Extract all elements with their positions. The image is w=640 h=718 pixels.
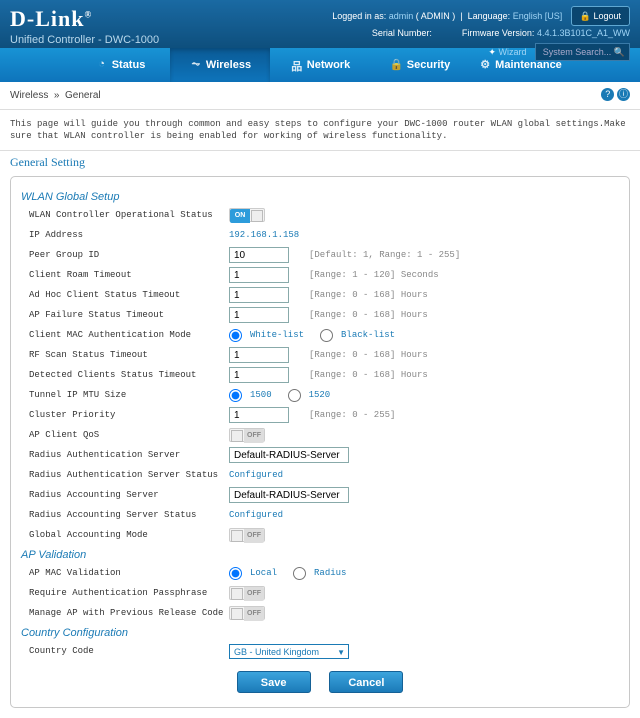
input-apfail[interactable] [229, 307, 289, 323]
input-peer[interactable] [229, 247, 289, 263]
crumb-wireless[interactable]: Wireless [10, 90, 48, 101]
hint-rfscan: [Range: 0 - 168] Hours [309, 350, 428, 360]
save-button[interactable]: Save [237, 671, 311, 693]
lbl-black: Black-list [341, 330, 395, 340]
lbl-local: Local [250, 568, 277, 578]
radio-white[interactable] [229, 329, 242, 342]
radio-mtu-1520[interactable] [288, 389, 301, 402]
hint-peer: [Default: 1, Range: 1 - 255] [309, 250, 460, 260]
input-roam[interactable] [229, 267, 289, 283]
input-rfscan[interactable] [229, 347, 289, 363]
label-apfail: AP Failure Status Timeout [29, 310, 229, 320]
label-wlan-ctrl: WLAN Controller Operational Status [29, 210, 229, 220]
label-ip: IP Address [29, 230, 229, 240]
radio-black[interactable] [320, 329, 333, 342]
language-label: Language: [468, 11, 511, 21]
main-nav: ◔Status ⏦Wireless 品Network 🔒Security ⚙Ma… [0, 48, 640, 82]
logged-in-label: Logged in as: [332, 11, 386, 21]
label-rfscan: RF Scan Status Timeout [29, 350, 229, 360]
input-radauth[interactable] [229, 447, 349, 463]
header: D-Link® Unified Controller - DWC-1000 Lo… [0, 0, 640, 48]
lbl-radius: Radius [314, 568, 346, 578]
lbl-mtu-1500: 1500 [250, 390, 272, 400]
user-link[interactable]: admin [389, 11, 414, 21]
label-cluster: Cluster Priority [29, 410, 229, 420]
network-icon: 品 [290, 58, 304, 72]
nav-network[interactable]: 品Network [270, 48, 370, 82]
toggle-global[interactable] [229, 528, 265, 542]
hint-apfail: [Range: 0 - 168] Hours [309, 310, 428, 320]
page-description: This page will guide you through common … [0, 110, 640, 150]
select-country[interactable]: GB - United Kingdom [229, 644, 349, 659]
hint-cluster: [Range: 0 - 255] [309, 410, 395, 420]
toggle-wlan-ctrl[interactable] [229, 208, 265, 222]
gauge-icon: ◔ [95, 58, 109, 72]
value-radacctst: Configured [229, 510, 283, 520]
label-adhoc: Ad Hoc Client Status Timeout [29, 290, 229, 300]
crumb-general: General [65, 90, 101, 101]
toggle-reqpass[interactable] [229, 586, 265, 600]
lbl-white: White-list [250, 330, 304, 340]
label-mtu: Tunnel IP MTU Size [29, 390, 229, 400]
breadcrumb: Wireless » General ? ⓘ [0, 82, 640, 110]
label-reqpass: Require Authentication Passphrase [29, 588, 229, 598]
lbl-mtu-1520: 1520 [309, 390, 331, 400]
input-radacct[interactable] [229, 487, 349, 503]
group-cc: Country Configuration [21, 627, 619, 639]
hint-roam: [Range: 1 - 120] Seconds [309, 270, 439, 280]
cancel-button[interactable]: Cancel [329, 671, 403, 693]
radio-local[interactable] [229, 567, 242, 580]
gear-icon: ⚙ [478, 58, 492, 72]
label-qos: AP Client QoS [29, 430, 229, 440]
logout-button[interactable]: 🔒 Logout [571, 6, 630, 26]
settings-panel: WLAN Global Setup WLAN Controller Operat… [10, 176, 630, 708]
user-role: ( ADMIN ) [416, 11, 456, 21]
nav-security[interactable]: 🔒Security [370, 48, 470, 82]
label-prev: Manage AP with Previous Release Code [29, 608, 229, 618]
label-radauthst: Radius Authentication Server Status [29, 470, 229, 480]
input-detect[interactable] [229, 367, 289, 383]
hint-detect: [Range: 0 - 168] Hours [309, 370, 428, 380]
section-title: General Setting [0, 150, 640, 176]
hint-adhoc: [Range: 0 - 168] Hours [309, 290, 428, 300]
label-roam: Client Roam Timeout [29, 270, 229, 280]
toggle-prev[interactable] [229, 606, 265, 620]
value-ip: 192.168.1.158 [229, 230, 299, 240]
label-radauth: Radius Authentication Server [29, 450, 229, 460]
label-detect: Detected Clients Status Timeout [29, 370, 229, 380]
label-global: Global Accounting Mode [29, 530, 229, 540]
nav-status[interactable]: ◔Status [70, 48, 170, 82]
toggle-qos[interactable] [229, 428, 265, 442]
label-radacct: Radius Accounting Server [29, 490, 229, 500]
input-cluster[interactable] [229, 407, 289, 423]
radio-mtu-1500[interactable] [229, 389, 242, 402]
label-apmac: AP MAC Validation [29, 568, 229, 578]
lock-icon: 🔒 [390, 58, 404, 72]
value-radauthst: Configured [229, 470, 283, 480]
help-icon[interactable]: ? [601, 88, 614, 101]
wifi-icon: ⏦ [189, 58, 203, 72]
nav-maintenance[interactable]: ⚙Maintenance [470, 48, 570, 82]
label-radacctst: Radius Accounting Server Status [29, 510, 229, 520]
language-link[interactable]: English [US] [513, 11, 563, 21]
firmware-label: Firmware Version: [462, 28, 535, 38]
serial-label: Serial Number: [372, 28, 432, 38]
firmware-link[interactable]: 4.4.1.3B101C_A1_WW [537, 28, 630, 38]
nav-wireless[interactable]: ⏦Wireless [170, 48, 270, 82]
group-wlan: WLAN Global Setup [21, 191, 619, 203]
label-country: Country Code [29, 646, 229, 656]
input-adhoc[interactable] [229, 287, 289, 303]
group-apv: AP Validation [21, 549, 619, 561]
radio-radius[interactable] [293, 567, 306, 580]
label-mac: Client MAC Authentication Mode [29, 330, 229, 340]
label-peer: Peer Group ID [29, 250, 229, 260]
info-icon[interactable]: ⓘ [617, 88, 630, 101]
